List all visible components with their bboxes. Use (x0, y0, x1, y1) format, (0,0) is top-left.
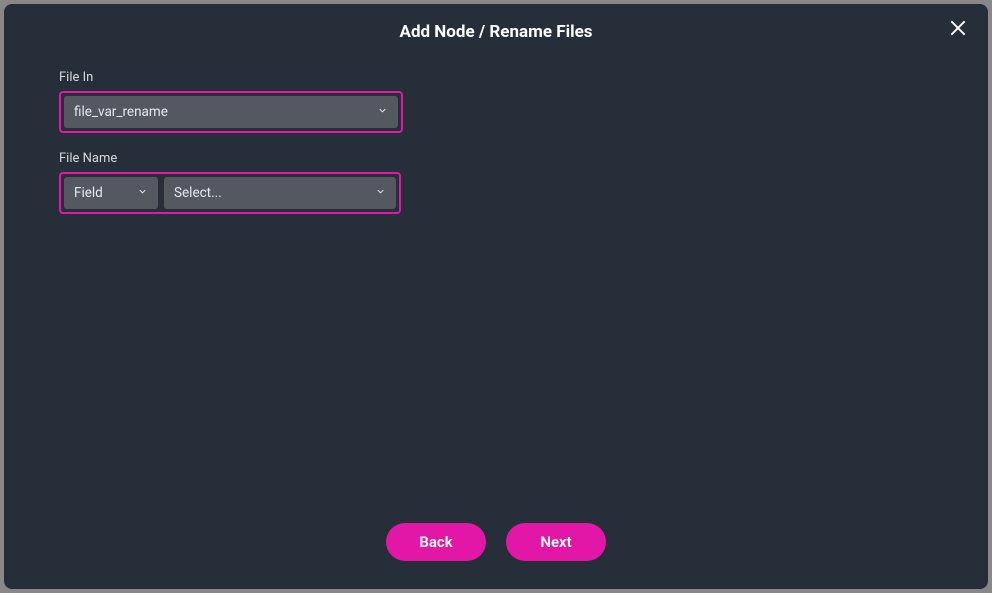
file-name-type-select[interactable]: Field (64, 177, 158, 209)
file-in-select[interactable]: file_var_rename (64, 96, 398, 128)
close-button[interactable] (946, 16, 970, 40)
file-name-label: File Name (59, 151, 933, 166)
file-in-group: File In file_var_rename (59, 70, 933, 133)
file-name-highlight: Field Select... (59, 172, 401, 214)
chevron-down-icon (377, 104, 388, 120)
file-in-highlight: file_var_rename (59, 91, 403, 133)
modal-header: Add Node / Rename Files (4, 4, 988, 52)
file-name-field-value: Select... (174, 185, 222, 201)
back-button[interactable]: Back (386, 523, 486, 561)
modal-footer: Back Next (4, 523, 988, 589)
file-in-label: File In (59, 70, 933, 85)
chevron-down-icon (375, 185, 386, 201)
file-name-type-value: Field (74, 185, 103, 201)
modal-title: Add Node / Rename Files (400, 22, 593, 42)
file-in-value: file_var_rename (74, 104, 168, 120)
chevron-down-icon (137, 185, 148, 201)
add-node-modal: Add Node / Rename Files File In file_var… (4, 4, 988, 589)
next-button[interactable]: Next (506, 523, 606, 561)
file-name-group: File Name Field Select... (59, 151, 933, 214)
close-icon (948, 18, 968, 38)
file-name-field-select[interactable]: Select... (164, 177, 396, 209)
modal-body: File In file_var_rename File Name Field (4, 52, 988, 523)
